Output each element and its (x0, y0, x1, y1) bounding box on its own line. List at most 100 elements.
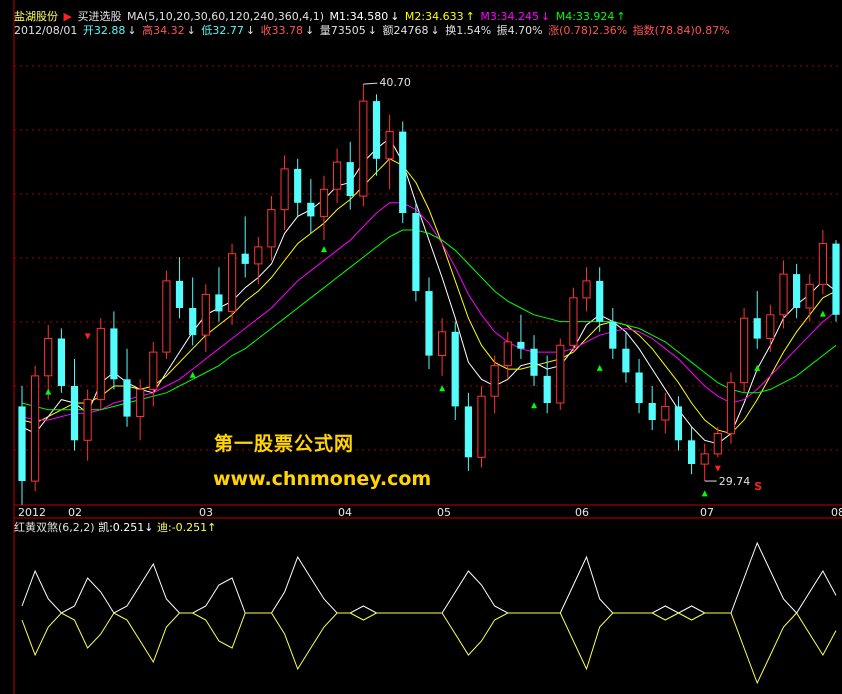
buy-signal-arrow-6 (701, 490, 708, 497)
candle-body (333, 161, 342, 190)
x-tick-06: 06 (575, 506, 589, 519)
candle-body (136, 388, 145, 417)
indicator-lines (21, 541, 837, 685)
di-arrow-icon: ↑ (207, 521, 217, 534)
amplitude-value: 振4.70% (496, 24, 543, 37)
index-value: 指数(78.84)0.87% (632, 24, 730, 37)
chart-stage: 40.70 29.74 S 盐湖股份 ▶ 买进选股 MA(5,10,20,30,60… (0, 0, 842, 694)
candle-body (215, 294, 223, 312)
ma-params: MA(5,10,20,30,60,120,240,360,4,1) (126, 10, 325, 23)
candle-body (241, 253, 249, 264)
turnover-value: 换1.54% (445, 24, 492, 37)
candle-body (201, 293, 210, 336)
candle-body (175, 280, 184, 308)
m3-arrow-icon: ↓ (541, 10, 551, 23)
m3-value: M3:34.245 (480, 10, 540, 23)
candle-body (346, 162, 354, 196)
candle-body (832, 243, 840, 315)
candle-body (582, 280, 591, 299)
chart-canvas[interactable]: 40.70 29.74 S (0, 0, 842, 694)
volume-arrow-icon: ↓ (367, 24, 377, 37)
candle-body (793, 274, 801, 308)
candle-body (280, 168, 289, 211)
candle-body (189, 308, 197, 336)
candle-body (438, 331, 447, 356)
open-value: 开32.88 (82, 24, 126, 37)
candle-body (477, 395, 486, 458)
candle-body (451, 331, 459, 407)
header-line-2: 2012/08/01 开32.88 ↓ 高34.32 ↓ 低32.77 ↓ 收33.7… (14, 24, 732, 37)
x-tick-05: 05 (437, 506, 451, 519)
flag-icon: ▶ (63, 10, 72, 23)
high-value: 高34.32 (142, 24, 185, 37)
buy-signal-arrow-5 (596, 364, 603, 371)
stock-name[interactable]: 盐湖股份 (14, 10, 58, 23)
candle-body (228, 253, 237, 312)
price-labels: 40.70 29.74 S (363, 76, 762, 493)
candle-body (70, 386, 79, 441)
m2-value: M2:34.633 (404, 10, 464, 23)
candle-body (622, 348, 630, 373)
candle-body (412, 213, 420, 291)
sell-signal-arrow-0 (84, 333, 91, 340)
formula-name[interactable]: 买进选股 (77, 10, 121, 23)
candle-body (44, 338, 53, 377)
high-arrow-icon: ↓ (186, 24, 196, 37)
candle-body (18, 406, 26, 481)
candle-body (556, 344, 565, 404)
candle-body (753, 318, 761, 339)
candle-body (661, 405, 670, 421)
di-value: 迪:-0.251 (157, 521, 208, 534)
candle-body (569, 297, 578, 346)
candle-body (372, 101, 381, 159)
amount-value: 额24768 (382, 24, 429, 37)
low-value: 低32.77 (201, 24, 244, 37)
candle-body (596, 280, 604, 322)
candle-body (648, 403, 656, 420)
candle-body (96, 327, 105, 401)
candle-body (740, 317, 749, 384)
buy-signal-arrow-8 (819, 310, 826, 317)
candle-body (319, 188, 329, 217)
candle-body (805, 283, 814, 309)
m4-value: M4:33.924 (555, 10, 615, 23)
m2-arrow-icon: ↑ (465, 10, 475, 23)
candle-body (149, 351, 158, 390)
kai-arrow-icon: ↓ (144, 521, 154, 534)
candle-body (713, 433, 722, 455)
candle-body (464, 406, 472, 458)
candle-body (490, 365, 499, 397)
indicator-line-0 (21, 541, 837, 614)
watermark-url[interactable]: www.chnmoney.com (213, 468, 431, 490)
candle-body (818, 243, 827, 285)
change-value: 涨(0.78)2.36% (548, 24, 628, 37)
m1-value: M1:34.580 (329, 10, 389, 23)
sell-signal-arrow-1 (714, 465, 721, 472)
signal-s-label: S (754, 480, 762, 493)
candle-body (688, 440, 696, 464)
candle-body (609, 321, 617, 349)
m4-arrow-icon: ↑ (616, 10, 626, 23)
buy-signal-arrow-0 (45, 388, 52, 395)
low-arrow-icon: ↓ (245, 24, 256, 37)
low-price-label: 29.74 (719, 475, 751, 488)
buy-signal-arrow-4 (531, 402, 538, 409)
close-arrow-icon: ↓ (305, 24, 315, 37)
candle-body (543, 375, 551, 403)
indicator-name[interactable]: 红黄双煞(6,2,2) (14, 521, 95, 534)
candle-body (294, 168, 302, 203)
candle-body (110, 328, 118, 380)
buy-signal-arrow-1 (189, 371, 196, 378)
date-value: 2012/08/01 (14, 24, 78, 37)
m1-arrow-icon: ↓ (390, 10, 400, 23)
volume-value: 量73505 (319, 24, 366, 37)
candle-body (530, 348, 538, 376)
x-tick-04: 04 (338, 506, 352, 519)
candle-body (31, 375, 40, 482)
close-value: 收33.78 (260, 24, 304, 37)
x-tick-2012: 2012 (18, 506, 46, 519)
open-arrow-icon: ↓ (127, 24, 137, 37)
candle-body (385, 131, 394, 160)
indicator-header: 红黄双煞(6,2,2) 凯:0.251↓ 迪:-0.251↑ (14, 519, 216, 535)
x-tick-02: 02 (68, 506, 82, 519)
